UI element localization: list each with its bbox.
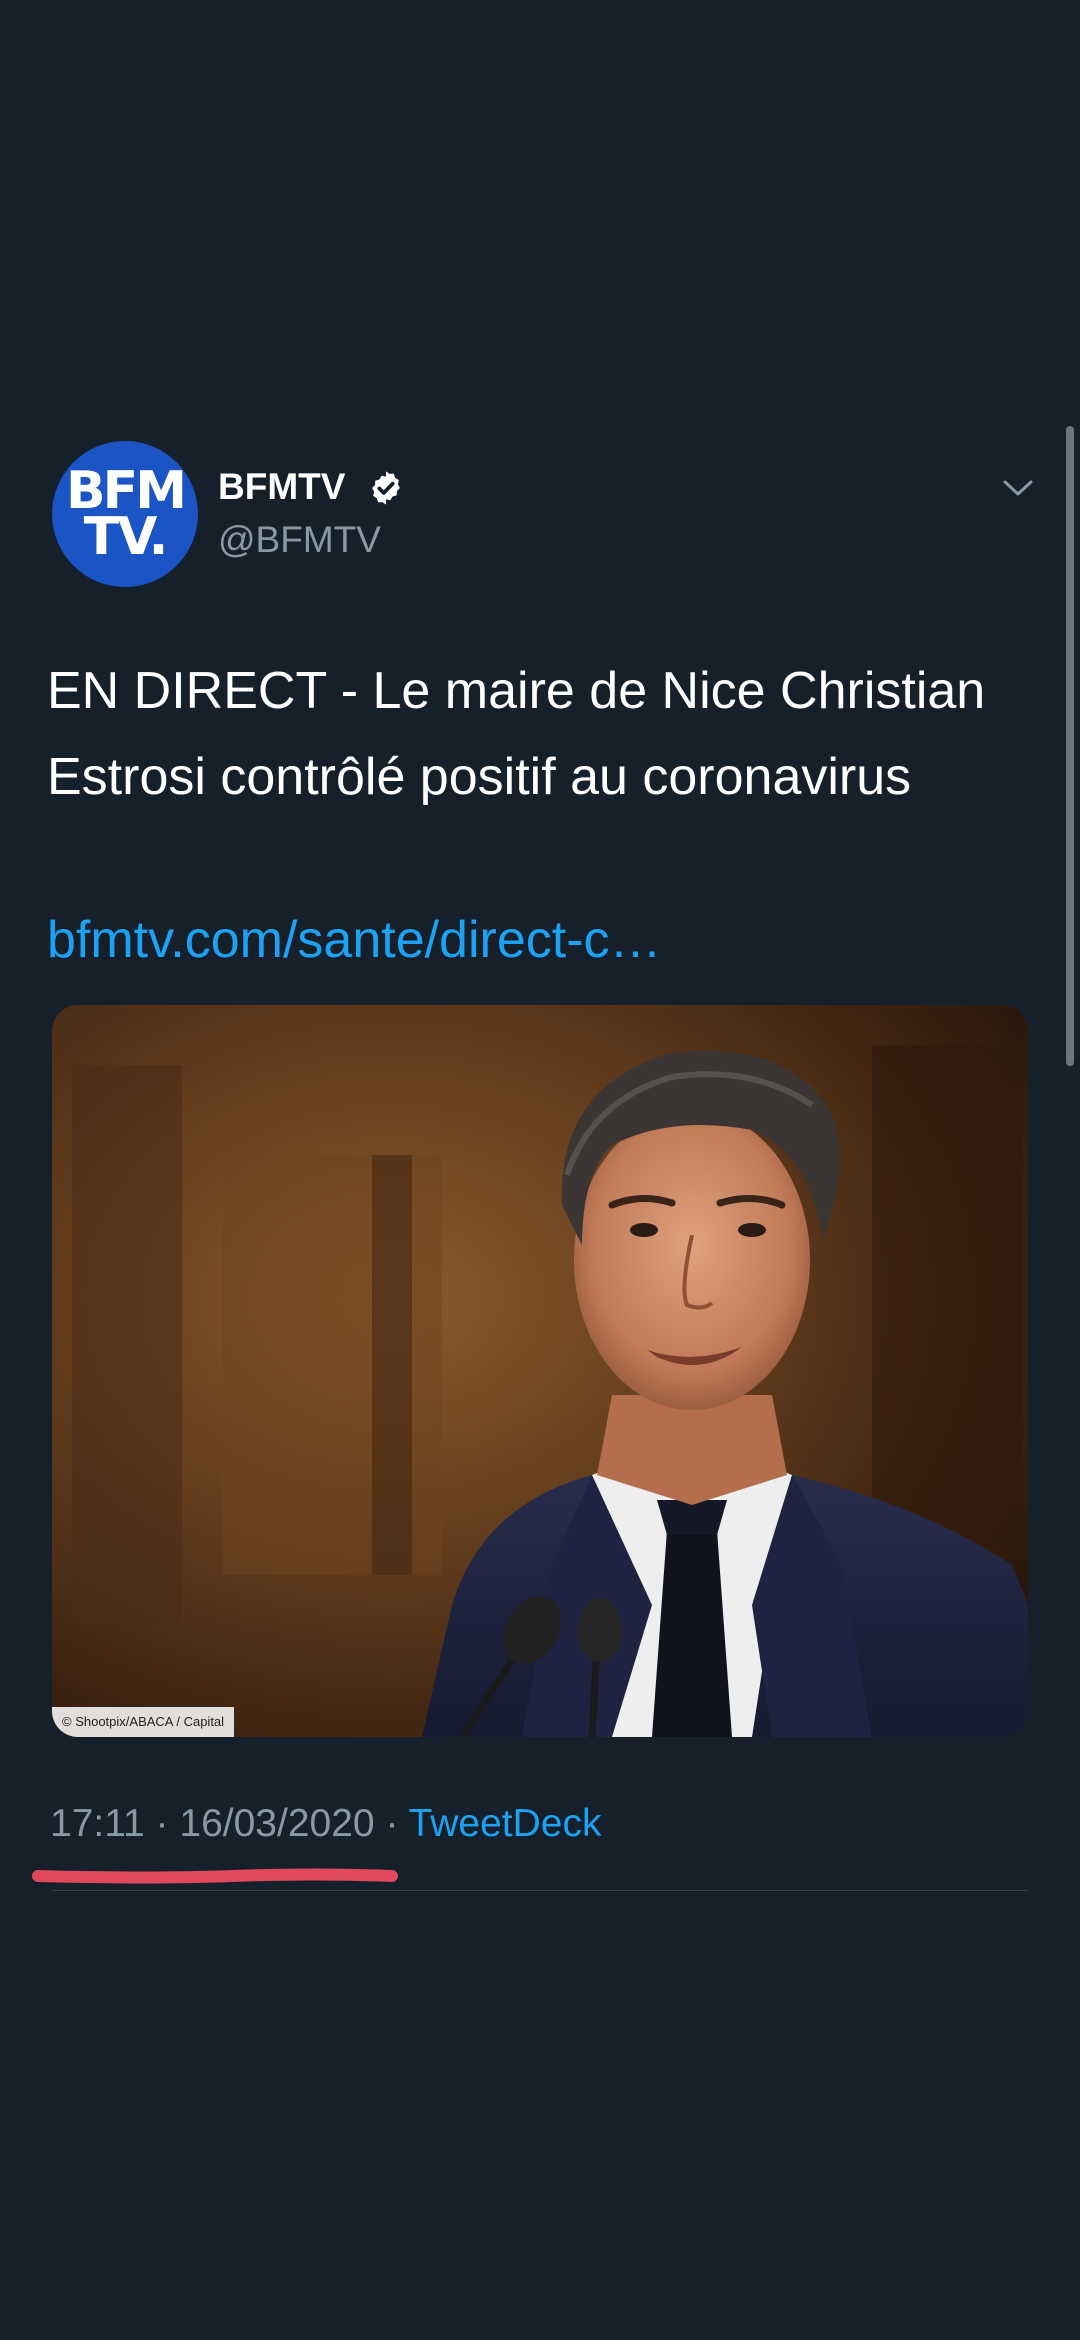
author-handle[interactable]: @BFMTV	[218, 518, 381, 562]
tweet-meta: 17:11 · 16/03/2020 · TweetDeck	[50, 1800, 601, 1848]
author-avatar[interactable]: BFM TV.	[52, 441, 198, 587]
verified-badge-icon	[372, 471, 400, 505]
tweet-time: 17:11	[50, 1802, 145, 1845]
photo-credit: © Shootpix/ABACA / Capital	[52, 1707, 235, 1737]
divider	[52, 1890, 1028, 1891]
portrait-photo	[52, 1005, 1028, 1737]
tweet-text: EN DIRECT - Le maire de Nice Christian E…	[47, 662, 986, 806]
author-display-name[interactable]: BFMTV	[218, 465, 345, 509]
meta-separator-1: ·	[155, 1802, 169, 1845]
scrollbar[interactable]	[1066, 426, 1074, 1066]
chevron-down-icon[interactable]	[1000, 473, 1036, 503]
tweet-date: 16/03/2020	[179, 1802, 375, 1845]
meta-separator-2: ·	[385, 1802, 399, 1845]
tweet-source-link[interactable]: TweetDeck	[409, 1802, 602, 1845]
tweet-link[interactable]: bfmtv.com/sante/direct-c…	[47, 897, 662, 983]
tweet-media-image[interactable]: © Shootpix/ABACA / Capital	[52, 1005, 1028, 1737]
annotation-underline	[32, 1868, 398, 1884]
avatar-logo-line2: TV.	[83, 507, 169, 567]
